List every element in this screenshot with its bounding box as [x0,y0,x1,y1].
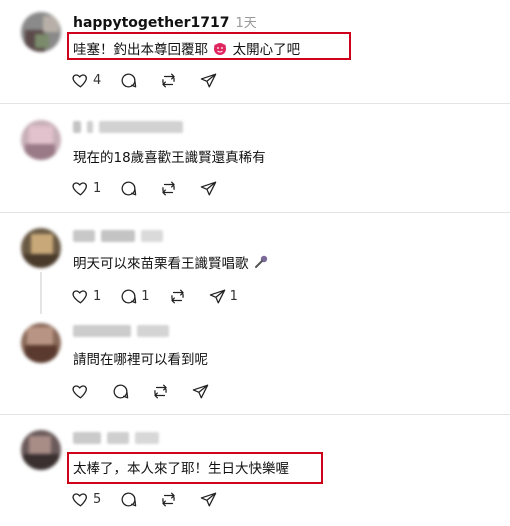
share-button[interactable] [199,490,221,509]
username-blurred[interactable] [73,121,185,133]
comment-text: 明天可以來苗栗看王識賢唱歌 [73,252,269,272]
comment-icon [121,181,137,195]
send-icon [209,289,225,303]
heart-icon [72,181,87,195]
comment-icon [121,73,137,87]
action-bar: 1 1 1 [71,285,256,307]
like-button[interactable]: 4 [71,71,101,90]
repost-icon [162,181,175,195]
timestamp: 1天 [235,16,257,31]
username-blurred[interactable] [73,325,171,337]
highlight-box [67,32,351,60]
reply-button[interactable] [111,382,133,401]
like-button[interactable]: 1 [71,287,101,306]
avatar[interactable] [21,430,61,470]
comment-icon [121,289,137,303]
reply-button[interactable] [119,490,141,509]
avatar[interactable] [21,120,61,160]
divider [0,414,510,415]
action-bar: 4 [71,69,239,91]
microphone-emoji [254,255,267,268]
action-bar [71,380,231,402]
repost-icon [162,73,175,87]
username[interactable]: happytogether1717 1天 [73,12,257,31]
avatar[interactable] [21,228,61,268]
comment-icon [121,492,137,506]
share-button[interactable] [199,179,221,198]
send-icon [192,384,209,398]
send-icon [201,73,217,87]
share-button[interactable] [199,71,221,90]
reply-button[interactable] [119,71,141,90]
send-icon [201,181,217,195]
username-blurred[interactable] [73,230,165,242]
share-button[interactable] [191,382,213,401]
username-blurred[interactable] [73,432,161,444]
comment-text: 請問在哪裡可以看到呢 [73,352,208,368]
avatar[interactable] [21,323,61,363]
send-icon [201,492,217,506]
like-button[interactable]: 1 [71,179,101,198]
repost-button[interactable] [168,287,190,306]
heart-icon [72,73,87,87]
highlight-box [67,452,323,484]
divider [0,212,510,213]
share-button[interactable]: 1 [208,287,238,306]
thread-line [40,272,42,314]
action-bar: 1 [71,177,239,199]
comment-text: 現在的18歲喜歡王識賢還真稀有 [73,150,266,166]
like-button[interactable] [71,382,93,401]
avatar[interactable] [21,12,61,52]
reply-button[interactable]: 1 [119,287,150,306]
heart-icon [72,384,87,398]
repost-icon [154,384,167,398]
action-bar: 5 [71,488,239,510]
comment-icon [113,384,129,398]
heart-icon [72,289,87,303]
reply-button[interactable] [119,179,141,198]
repost-button[interactable] [151,382,173,401]
repost-button[interactable] [159,71,181,90]
like-button[interactable]: 5 [71,490,101,509]
repost-icon [162,492,175,506]
repost-icon [170,289,184,303]
divider [0,103,510,104]
repost-button[interactable] [159,490,181,509]
repost-button[interactable] [159,179,181,198]
heart-icon [72,492,87,506]
